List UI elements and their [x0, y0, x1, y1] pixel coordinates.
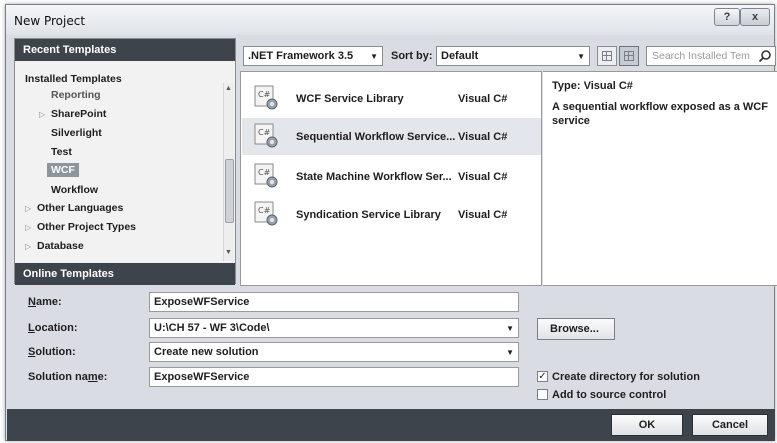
recent-templates-header[interactable]: Recent Templates [15, 39, 235, 61]
expand-arrow-icon[interactable]: ▷ [25, 223, 31, 232]
type-value: Visual C# [583, 80, 633, 92]
tree-item-sharepoint[interactable]: SharePoint [51, 108, 106, 120]
solution-name-label: Solution name: [28, 371, 108, 383]
template-name: State Machine Workflow Ser... [296, 171, 452, 183]
csharp-project-icon: C# [254, 85, 278, 110]
create-directory-checkbox[interactable]: ✓ [537, 371, 548, 382]
scrollbar-thumb[interactable] [225, 159, 234, 223]
cancel-button[interactable]: Cancel [692, 414, 768, 436]
svg-text:C#: C# [258, 90, 271, 99]
chevron-down-icon[interactable]: ▼ [506, 324, 514, 333]
svg-text:C#: C# [258, 168, 271, 177]
search-installed-templates-input[interactable]: Search Installed Tem [646, 46, 776, 66]
sort-dropdown[interactable]: Default ▼ [436, 46, 590, 66]
solution-dropdown[interactable]: Create new solution ▼ [149, 342, 519, 362]
tree-item-other-languages[interactable]: Other Languages [37, 202, 123, 214]
scroll-down-arrow-icon[interactable]: ▼ [225, 249, 232, 256]
medium-icons-view-button[interactable] [619, 46, 639, 66]
location-label: Location: [28, 322, 78, 334]
chevron-down-icon[interactable]: ▼ [506, 348, 514, 357]
online-templates-header[interactable]: Online Templates [15, 263, 235, 285]
browse-button[interactable]: Browse... [537, 318, 615, 340]
svg-text:C#: C# [258, 128, 271, 137]
template-name: Syndication Service Library [296, 209, 441, 221]
framework-dropdown[interactable]: .NET Framework 3.5 ▼ [243, 46, 383, 66]
grid-view-icon [602, 51, 612, 61]
create-directory-label[interactable]: Create directory for solution [552, 371, 700, 383]
type-label: Type: [552, 80, 581, 92]
installed-templates-label[interactable]: Installed Templates [25, 73, 122, 85]
template-description-panel: Type: Visual C# A sequential workflow ex… [543, 71, 777, 286]
tree-item-silverlight[interactable]: Silverlight [51, 127, 102, 139]
chevron-down-icon: ▼ [370, 52, 378, 61]
csharp-project-icon: C# [254, 123, 278, 148]
svg-text:C#: C# [258, 206, 271, 215]
dialog-title: New Project [14, 14, 86, 28]
tree-item-reporting[interactable]: Reporting [51, 89, 101, 101]
tree-item-wcf[interactable]: WCF [47, 163, 79, 177]
template-row-sequential-workflow-service[interactable]: C# Sequential Workflow Service... Visual… [242, 118, 541, 155]
template-row-wcf-service-library[interactable]: C# WCF Service Library Visual C# [242, 80, 541, 117]
search-placeholder: Search Installed Tem [652, 50, 750, 62]
ok-button[interactable]: OK [611, 414, 683, 436]
tree-scrollbar[interactable]: ▲ ▼ [223, 83, 234, 261]
tree-item-workflow[interactable]: Workflow [51, 184, 98, 196]
dialog-footer: OK Cancel [7, 409, 775, 441]
tree-item-other-project-types[interactable]: Other Project Types [37, 221, 136, 233]
tree-item-database[interactable]: Database [37, 240, 84, 252]
small-icons-view-button[interactable] [597, 46, 617, 66]
solution-name-input[interactable]: ExposeWFService [149, 367, 519, 387]
template-language: Visual C# [458, 209, 508, 221]
location-combobox[interactable]: U:\CH 57 - WF 3\Code\ ▼ [149, 318, 519, 338]
solution-value: Create new solution [154, 346, 259, 358]
template-row-syndication-service-library[interactable]: C# Syndication Service Library Visual C# [242, 196, 541, 233]
scroll-up-arrow-icon[interactable]: ▲ [225, 85, 232, 92]
template-description: A sequential workflow exposed as a WCF s… [552, 101, 768, 127]
csharp-project-icon: C# [254, 163, 278, 188]
template-categories-panel: Recent Templates Installed Templates Rep… [14, 38, 236, 285]
expand-arrow-icon[interactable]: ▷ [39, 110, 45, 119]
search-icon[interactable] [758, 49, 772, 63]
sort-by-label: Sort by: [391, 50, 433, 62]
template-type-line: Type: Visual C# [552, 80, 633, 92]
template-list: C# WCF Service Library Visual C# C# Sequ… [240, 71, 542, 286]
expand-arrow-icon[interactable]: ▷ [25, 204, 31, 213]
location-value: U:\CH 57 - WF 3\Code\ [154, 322, 270, 334]
tree-item-test[interactable]: Test [51, 146, 72, 158]
template-row-state-machine-workflow-service[interactable]: C# State Machine Workflow Ser... Visual … [242, 158, 541, 195]
template-language: Visual C# [458, 171, 508, 183]
name-label: Name: [28, 296, 62, 308]
project-name-input[interactable]: ExposeWFService [149, 292, 519, 312]
help-button[interactable]: ? [714, 8, 740, 26]
template-name: Sequential Workflow Service... [296, 131, 456, 143]
title-bar: New Project ? x [6, 5, 774, 35]
expand-arrow-icon[interactable]: ▷ [25, 242, 31, 251]
close-button[interactable]: x [740, 8, 770, 26]
template-language: Visual C# [458, 93, 508, 105]
template-language: Visual C# [458, 131, 508, 143]
csharp-project-icon: C# [254, 201, 278, 226]
add-to-source-control-label[interactable]: Add to source control [552, 389, 666, 401]
template-name: WCF Service Library [296, 93, 404, 105]
chevron-down-icon: ▼ [577, 52, 585, 61]
framework-value: .NET Framework 3.5 [248, 50, 354, 62]
new-project-dialog: New Project ? x Recent Templates Install… [5, 4, 777, 441]
add-to-source-control-checkbox[interactable] [537, 389, 548, 400]
solution-label: Solution: [28, 346, 76, 358]
grid-view-icon [624, 51, 634, 61]
sort-value: Default [441, 50, 479, 62]
